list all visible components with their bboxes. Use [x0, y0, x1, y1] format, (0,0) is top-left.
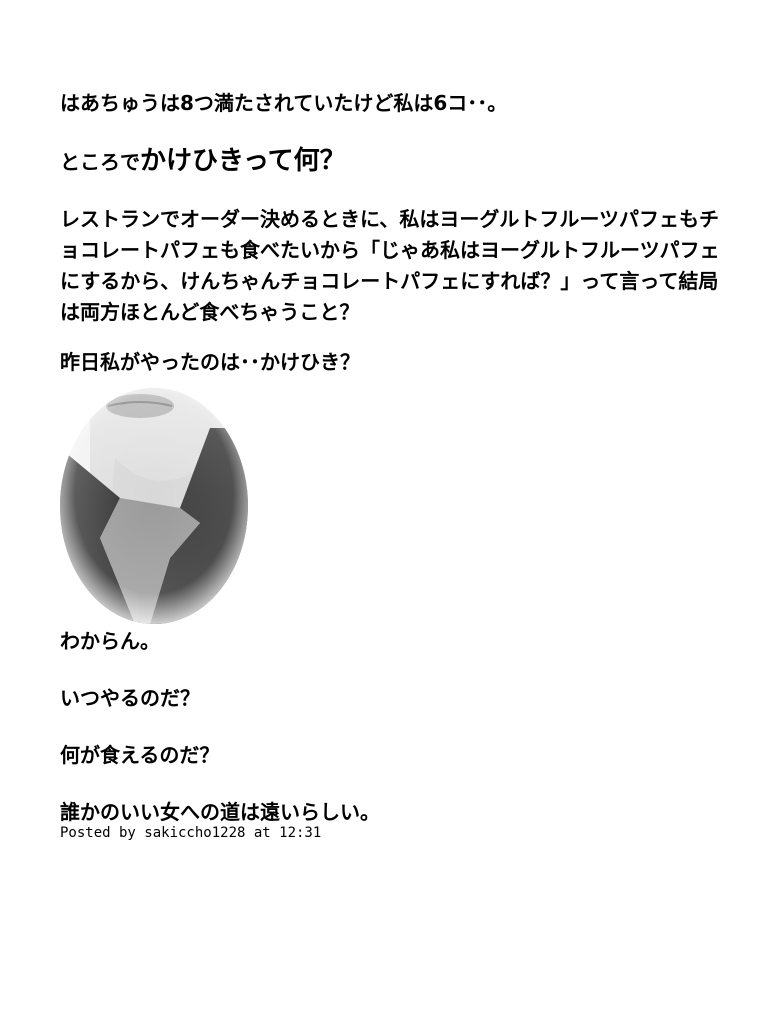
post-line-6: いつやるのだ？ [60, 686, 200, 710]
post-line-4: 昨日私がやったのは･･かけひき？ [60, 350, 360, 374]
post-line-2: ところでかけひきって何？ [60, 146, 346, 177]
post-footer: Posted by sakiccho1228 at 12:31 [60, 825, 322, 841]
post-photo [60, 388, 248, 624]
post-line-2-prefix: ところで [60, 150, 140, 174]
post-paragraph: レストランでオーダー決めるときに、私はヨーグルトフルーツパフェもチョコレートパフ… [60, 207, 720, 324]
post-line-1: はあちゅうは8つ満たされていたけど私は6コ･･。 [60, 91, 508, 115]
post-line-8: 誰かのいい女への道は遠いらしい。 [60, 800, 380, 824]
post-line-7: 何が食えるのだ？ [60, 743, 220, 767]
post-line-2-emphasis: かけひきって何？ [140, 146, 346, 176]
post-line-5: わからん。 [60, 629, 160, 653]
